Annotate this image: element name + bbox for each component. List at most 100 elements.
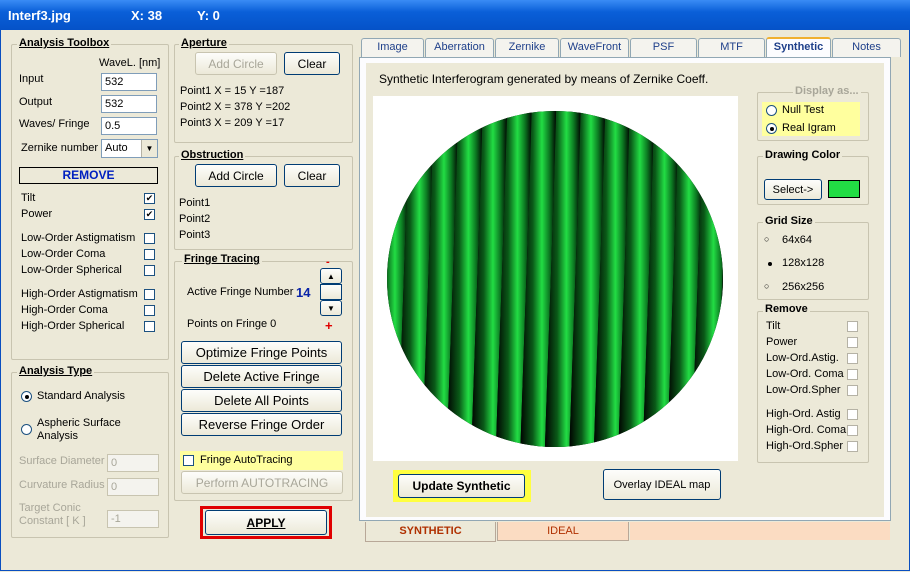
target-conic-label-1: Target Conic xyxy=(19,502,81,514)
grid-128-radio[interactable] xyxy=(764,258,775,269)
apply-button[interactable]: APPLY xyxy=(205,510,327,535)
remove-low-astig-checkbox[interactable] xyxy=(847,353,858,364)
bottom-tab-strip xyxy=(630,522,890,540)
aperture-add-circle-button[interactable]: Add Circle xyxy=(195,52,277,75)
aperture-point-1: Point1 X = 15 Y =187 xyxy=(180,85,285,97)
high-coma-checkbox[interactable] xyxy=(144,305,155,316)
remove-high-coma-checkbox[interactable] xyxy=(847,425,858,436)
grid-size-title: Grid Size xyxy=(763,215,815,227)
fringe-tracing-title: Fringe Tracing xyxy=(182,253,262,265)
window-title: Interf3.jpg xyxy=(8,8,71,23)
remove-high-astig-checkbox[interactable] xyxy=(847,409,858,420)
tab-psf[interactable]: PSF xyxy=(630,38,697,57)
analysis-toolbox-title: Analysis Toolbox xyxy=(17,37,112,49)
target-conic-field[interactable]: -1 xyxy=(107,510,159,528)
aspheric-analysis-radio[interactable] xyxy=(21,424,32,435)
fringe-up-button[interactable]: ▲ xyxy=(320,268,342,284)
remove-power-label: Power xyxy=(766,336,798,348)
low-astig-checkbox[interactable] xyxy=(144,233,155,244)
tab-aberration[interactable]: Aberration xyxy=(425,38,494,57)
term-label-low-spherical: Low-Order Spherical xyxy=(21,264,122,276)
zernike-number-value: Auto xyxy=(105,142,128,154)
curvature-radius-field[interactable]: 0 xyxy=(107,478,159,496)
term-label-tilt: Tilt xyxy=(21,192,36,204)
high-spherical-checkbox[interactable] xyxy=(144,321,155,332)
term-label-high-spherical: High-Order Spherical xyxy=(21,320,125,332)
tab-synthetic-view[interactable]: SYNTHETIC xyxy=(365,522,496,542)
arrow-down-icon: ▼ xyxy=(327,303,335,313)
null-test-radio[interactable] xyxy=(766,105,777,116)
high-astig-checkbox[interactable] xyxy=(144,289,155,300)
fringe-decrement-sign: - xyxy=(326,256,330,268)
perform-autotracing-button[interactable]: Perform AUTOTRACING xyxy=(181,471,343,494)
power-checkbox[interactable]: ✔ xyxy=(144,209,155,220)
synthetic-caption: Synthetic Interferogram generated by mea… xyxy=(379,72,709,86)
delete-all-points-button[interactable]: Delete All Points xyxy=(181,389,342,412)
tilt-checkbox[interactable]: ✔ xyxy=(144,193,155,204)
aspheric-analysis-label-2: Analysis xyxy=(37,430,78,442)
delete-active-fringe-button[interactable]: Delete Active Fringe xyxy=(181,365,342,388)
remove-low-coma-checkbox[interactable] xyxy=(847,369,858,380)
low-spherical-checkbox[interactable] xyxy=(144,265,155,276)
obstruction-add-circle-button[interactable]: Add Circle xyxy=(195,164,277,187)
color-swatch[interactable] xyxy=(828,180,860,198)
grid-128-label: 128x128 xyxy=(782,257,825,269)
tab-mtf[interactable]: MTF xyxy=(698,38,765,57)
fringe-scroll-track[interactable] xyxy=(320,284,342,300)
remove-low-coma-label: Low-Ord. Coma xyxy=(766,368,844,380)
remove-power-checkbox[interactable] xyxy=(847,337,858,348)
fringe-increment-sign: + xyxy=(325,318,333,333)
tab-synthetic[interactable]: Synthetic xyxy=(766,37,831,58)
fringe-autotracing-checkbox[interactable] xyxy=(183,455,194,466)
fringe-down-button[interactable]: ▼ xyxy=(320,300,342,316)
fringe-autotracing-label: Fringe AutoTracing xyxy=(200,454,293,466)
output-wavelength-field[interactable]: 532 xyxy=(101,95,157,113)
aperture-point-3: Point3 X = 209 Y =17 xyxy=(180,117,285,129)
analysis-type-title: Analysis Type xyxy=(17,365,95,377)
overlay-ideal-map-button[interactable]: Overlay IDEAL map xyxy=(603,469,721,500)
remove-high-spher-label: High-Ord.Spher xyxy=(766,440,844,452)
tab-ideal-view[interactable]: IDEAL xyxy=(497,522,629,541)
obstruction-clear-button[interactable]: Clear xyxy=(284,164,340,187)
remove-tilt-checkbox[interactable] xyxy=(847,321,858,332)
tab-zernike[interactable]: Zernike xyxy=(495,38,559,57)
display-as-title: Display as... xyxy=(793,85,861,97)
real-igram-radio[interactable] xyxy=(766,123,777,134)
waves-per-fringe-field[interactable]: 0.5 xyxy=(101,117,157,135)
surface-diameter-label: Surface Diameter xyxy=(19,455,105,467)
obstruction-point-3: Point3 xyxy=(179,229,211,241)
term-label-power: Power xyxy=(21,208,53,220)
standard-analysis-radio[interactable] xyxy=(21,391,32,402)
remove-high-spher-checkbox[interactable] xyxy=(847,441,858,452)
output-label: Output xyxy=(19,96,53,108)
update-synthetic-button[interactable]: Update Synthetic xyxy=(398,474,525,498)
input-wavelength-field[interactable]: 532 xyxy=(101,73,157,91)
waves-per-fringe-label: Waves/ Fringe xyxy=(19,118,90,130)
aperture-point-2: Point2 X = 378 Y =202 xyxy=(180,101,291,113)
remove-header: REMOVE xyxy=(19,167,158,184)
wavelength-header: WaveL. [nm] xyxy=(99,57,161,69)
remove-low-spher-checkbox[interactable] xyxy=(847,385,858,396)
target-conic-label-2: Constant [ K ] xyxy=(19,515,86,527)
low-coma-checkbox[interactable] xyxy=(144,249,155,260)
obstruction-point-2: Point2 xyxy=(179,213,211,225)
term-label-high-coma: High-Order Coma xyxy=(21,304,108,316)
tab-notes[interactable]: Notes xyxy=(832,38,901,57)
aperture-clear-button[interactable]: Clear xyxy=(284,52,340,75)
select-color-button[interactable]: Select-> xyxy=(764,179,822,200)
y-coordinate-readout: Y: 0 xyxy=(197,8,220,23)
term-label-low-coma: Low-Order Coma xyxy=(21,248,106,260)
tab-image[interactable]: Image xyxy=(361,38,424,57)
obstruction-title: Obstruction xyxy=(179,149,246,161)
optimize-fringe-points-button[interactable]: Optimize Fringe Points xyxy=(181,341,342,364)
reverse-fringe-order-button[interactable]: Reverse Fringe Order xyxy=(181,413,342,436)
tab-wavefront[interactable]: WaveFront xyxy=(560,38,629,57)
chevron-down-icon[interactable]: ▼ xyxy=(141,140,157,157)
surface-diameter-field[interactable]: 0 xyxy=(107,454,159,472)
arrow-up-icon: ▲ xyxy=(327,271,335,281)
active-fringe-number: 14 xyxy=(296,285,311,300)
fringe-autotracing-row[interactable]: Fringe AutoTracing xyxy=(180,451,343,470)
synthetic-interferogram xyxy=(373,96,738,461)
zernike-number-select[interactable]: Auto ▼ xyxy=(101,139,158,158)
remove-high-astig-label: High-Ord. Astig xyxy=(766,408,841,420)
